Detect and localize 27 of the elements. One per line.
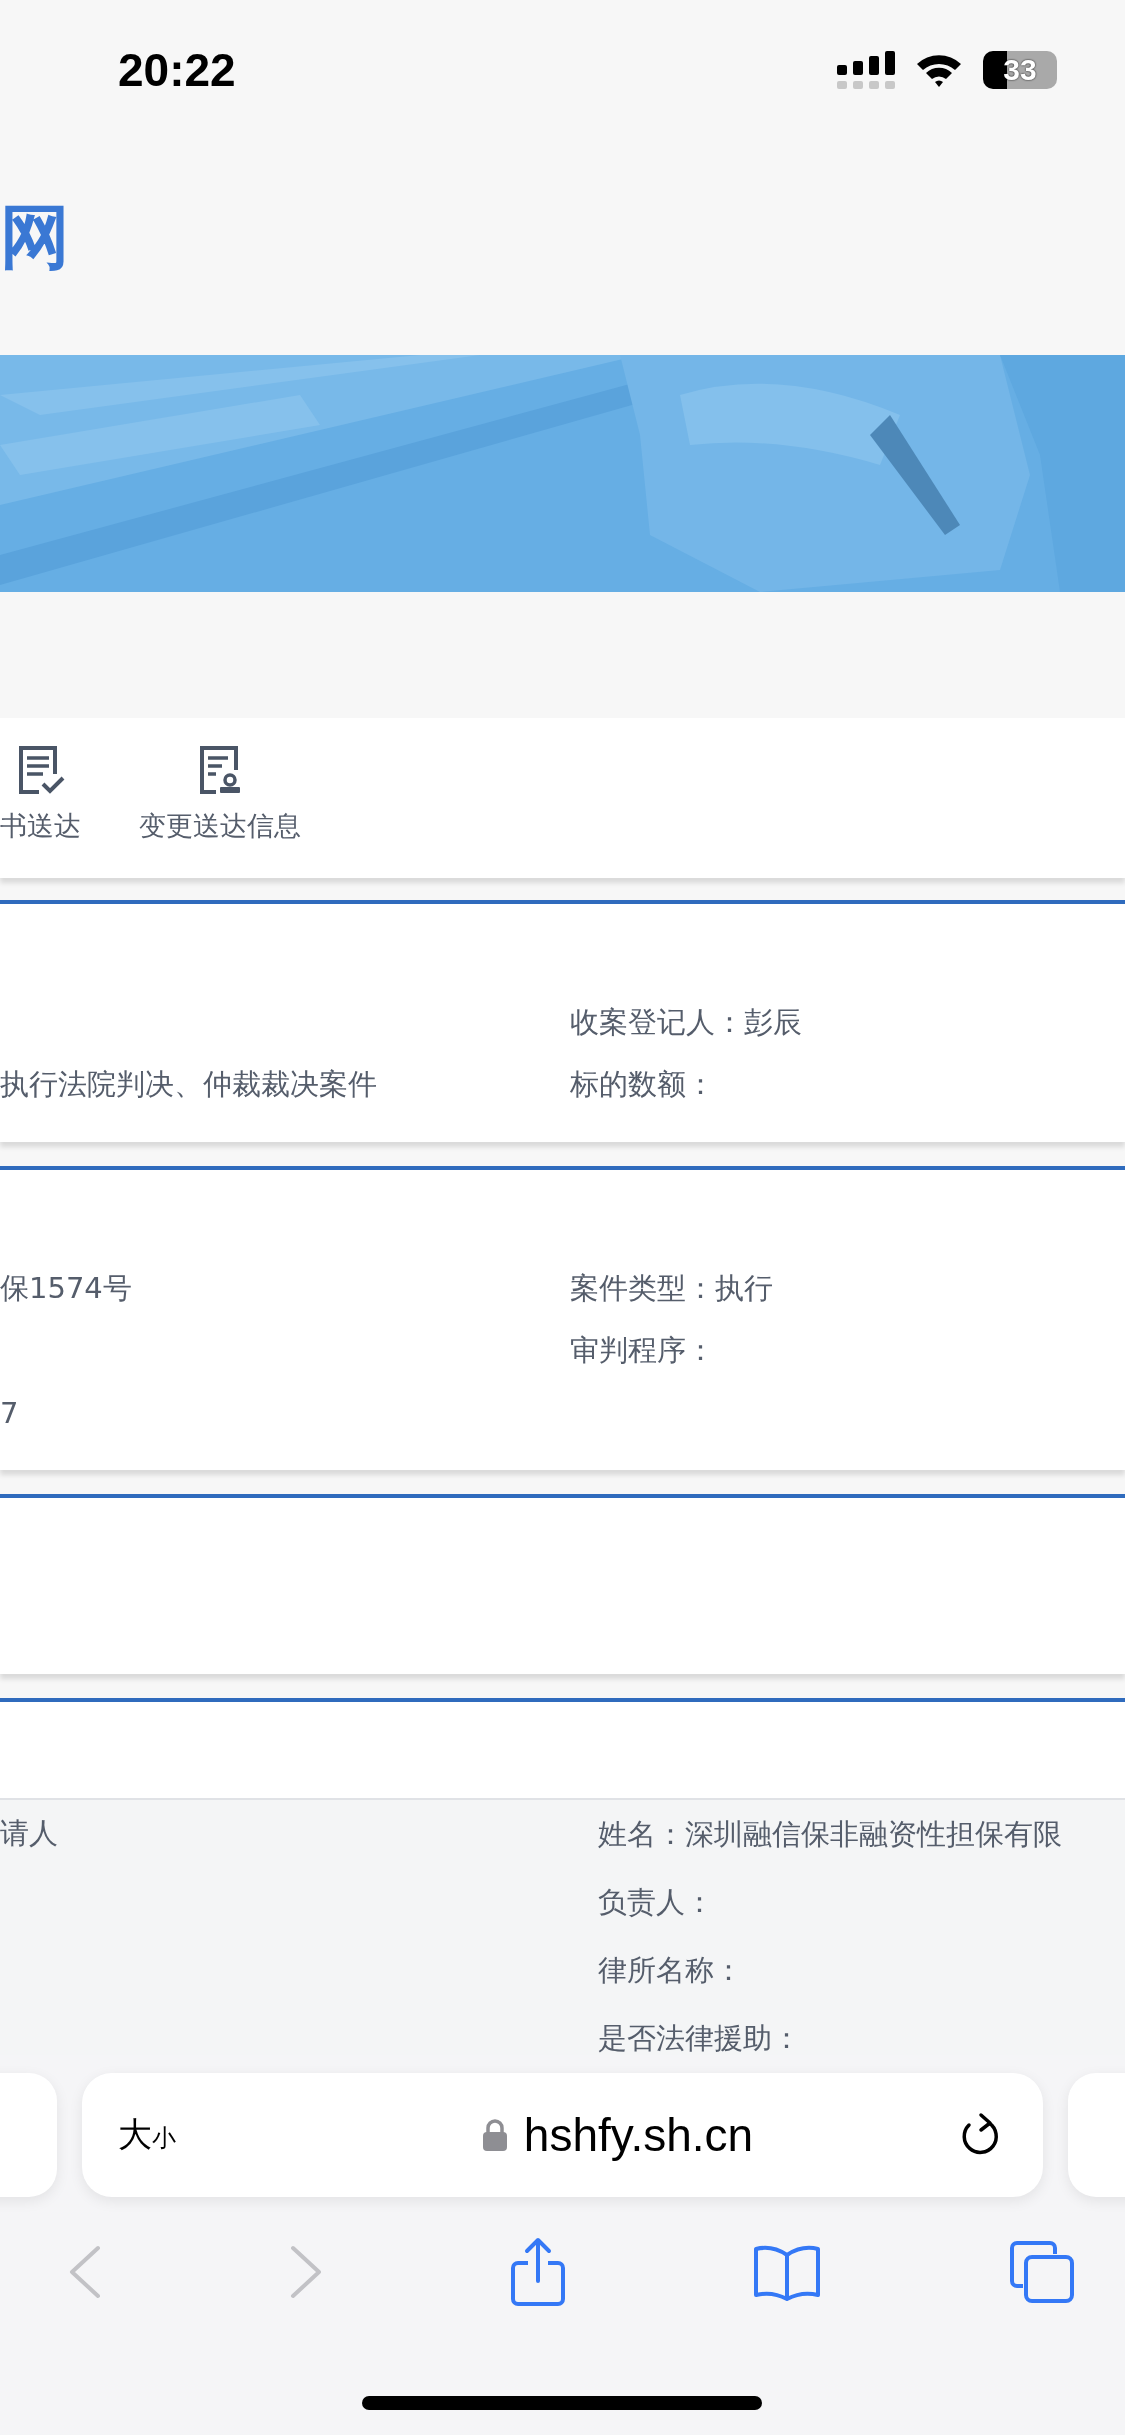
signal-icon [837,51,895,89]
info-value: 保1574号 [0,1271,132,1305]
text-size-button[interactable]: 大小 [118,2112,176,2158]
info-field: 案件类型：执行 [570,1271,773,1305]
info-field: 标的数额： [570,1067,715,1101]
info-value: 7 [0,1396,19,1430]
url-text: hshfy.sh.cn [523,2108,754,2162]
party-field: 负责人： [598,1868,1062,1936]
service-link[interactable]: 变更送达信息 [139,808,301,844]
info-value: 执行法院判决、仲裁裁决案件 [0,1067,377,1101]
lock-icon [481,2119,508,2151]
party-field: 姓名：深圳融信保非融资性担保有限 [598,1800,1062,1868]
info-field: 收案登记人：彭辰 [570,1005,802,1039]
status-time: 20:22 [118,43,236,97]
bookmarks-icon[interactable] [752,2243,823,2301]
site-title: 网 [0,202,70,272]
party-role: 请人 [0,1816,58,1850]
party-field: 律所名称： [598,1936,1062,2004]
document-stamp-icon[interactable] [198,744,242,796]
tabs-icon[interactable] [1009,2240,1075,2304]
share-icon[interactable] [509,2237,566,2307]
party-field: 是否法律援助： [598,2004,1062,2072]
info-field: 审判程序： [570,1333,715,1367]
document-check-icon[interactable] [16,744,65,796]
address-bar[interactable]: 大小 hshfy.sh.cn [82,2073,1043,2197]
wifi-icon [915,52,963,88]
service-link[interactable]: 书送达 [0,808,81,844]
